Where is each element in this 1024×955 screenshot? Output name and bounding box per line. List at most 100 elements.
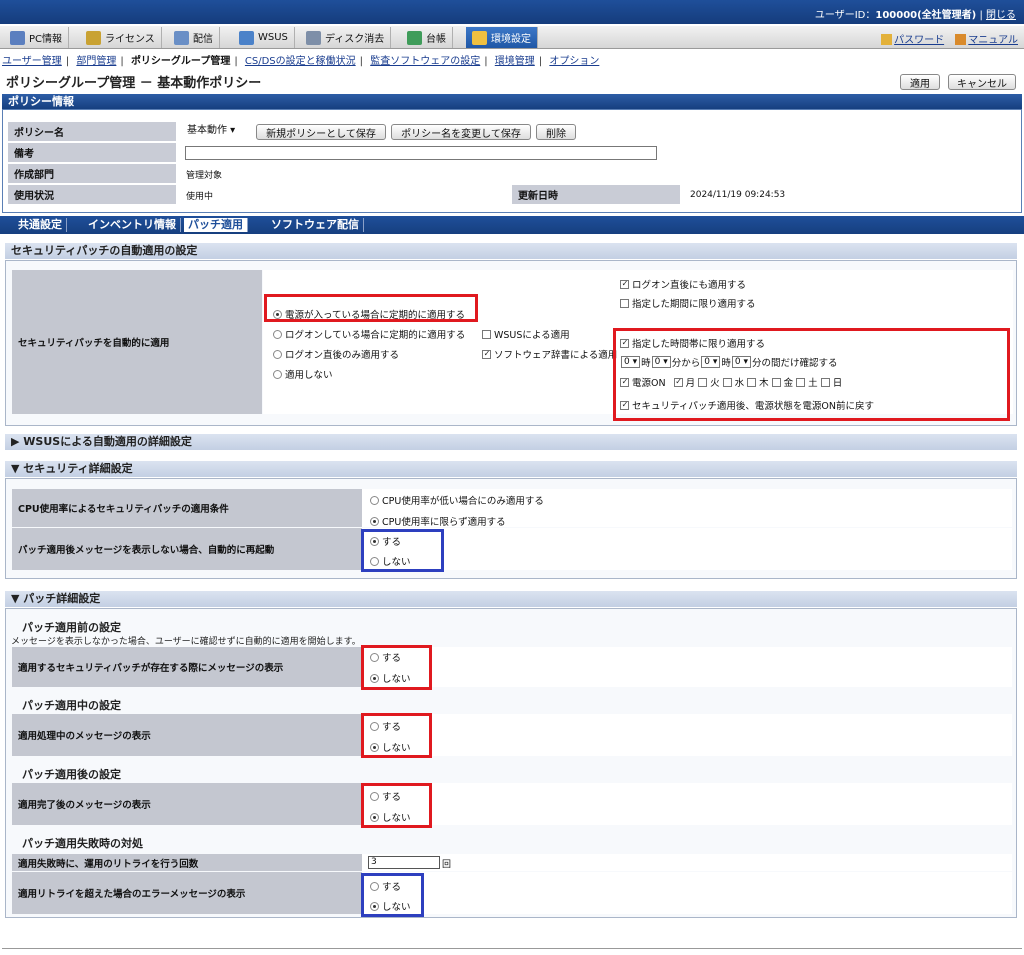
fail-title: パッチ適用失敗時の対処: [22, 837, 143, 850]
patch-detail-header[interactable]: ▼ パッチ詳細設定: [5, 591, 1017, 607]
chk-mon[interactable]: [673, 377, 683, 387]
before-note: メッセージを表示しなかった場合、ユーザーに確認せずに自動的に適用を開始します。: [11, 637, 361, 647]
subnav-audit-software[interactable]: 監査ソフトウェアの設定: [370, 56, 480, 67]
chk-tue[interactable]: [698, 377, 708, 387]
password-link[interactable]: パスワード: [881, 34, 944, 46]
retry-input[interactable]: 3: [368, 856, 440, 869]
after-title: パッチ適用後の設定: [22, 768, 121, 781]
start-minute-select[interactable]: 0 ▾: [651, 356, 671, 368]
subnav-dept-mgmt[interactable]: 部門管理: [76, 56, 116, 67]
note-input[interactable]: [185, 146, 657, 160]
subnav-csds[interactable]: CS/DSの設定と稼働状況: [245, 56, 356, 67]
cancel-button[interactable]: キャンセル: [948, 74, 1016, 90]
policy-name-label: ポリシー名: [8, 122, 176, 142]
apply-button[interactable]: 適用: [900, 74, 940, 90]
key-icon: [881, 34, 893, 45]
tools-icon: [472, 30, 487, 45]
main-nav: PC情報 ライセンス 配信 WSUS ディスク消去 台帳 環境設定 パスワード …: [0, 26, 1024, 49]
user-info: ユーザーID：100000(全社管理者) | 閉じる: [814, 10, 1016, 21]
chk-power-on[interactable]: [620, 377, 629, 387]
license-icon: [86, 30, 101, 45]
chk-sun[interactable]: [820, 377, 830, 387]
tab-ledger[interactable]: 台帳: [401, 27, 453, 48]
opt-cpu-low[interactable]: CPU使用率が低い場合にのみ適用する: [370, 493, 544, 507]
before-label: 適用するセキュリティパッチが存在する際にメッセージの表示: [12, 647, 362, 687]
chk-period-only[interactable]: 指定した期間に限り適用する: [620, 296, 756, 310]
tab-common[interactable]: 共通設定: [14, 218, 67, 232]
highlight-after: [361, 783, 432, 828]
tab-environment[interactable]: 環境設定: [466, 27, 538, 48]
top-bar: ユーザーID：100000(全社管理者) | 閉じる: [0, 0, 1024, 24]
save-rename-button[interactable]: ポリシー名を変更して保存: [391, 124, 531, 140]
book-icon: [955, 34, 967, 45]
tab-software-delivery[interactable]: ソフトウェア配信: [267, 218, 364, 232]
expand-arrow-icon: ▼: [11, 462, 24, 475]
tab-disk-erase[interactable]: ディスク消去: [300, 27, 392, 48]
opt-logon-only[interactable]: ログオン直後のみ適用する: [273, 347, 399, 361]
manual-link[interactable]: マニュアル: [955, 34, 1018, 46]
end-minute-select[interactable]: 0 ▾: [731, 356, 752, 368]
close-link[interactable]: 閉じる: [986, 10, 1016, 21]
chk-restore-power[interactable]: セキュリティパッチ適用後、電源状態を電源ON前に戻す: [620, 398, 874, 412]
status-label: 使用状況: [8, 185, 176, 205]
chk-software-dict[interactable]: ソフトウェア辞書による適用: [482, 347, 617, 361]
before-options: [362, 647, 1012, 687]
tab-pc-info[interactable]: PC情報: [4, 27, 70, 48]
retry-unit: 回: [442, 860, 452, 870]
dept-value: 管理対象: [186, 170, 223, 181]
error-msg-label: 適用リトライを超えた場合のエラーメッセージの表示: [12, 872, 362, 914]
tab-wsus[interactable]: WSUS: [233, 27, 295, 48]
subnav-policy-group[interactable]: ポリシーグループ管理: [131, 56, 230, 67]
auto-apply-header: セキュリティパッチの自動適用の設定: [5, 243, 1017, 259]
during-options: [362, 714, 1012, 756]
sub-nav: ユーザー管理 | 部門管理 | ポリシーグループ管理 | CS/DSの設定と稼働状況 |…: [2, 56, 600, 67]
settings-tabs: 共通設定 インベントリ情報 パッチ適用 ソフトウェア配信: [0, 216, 1024, 234]
subnav-option[interactable]: オプション: [549, 56, 599, 67]
subnav-user-mgmt[interactable]: ユーザー管理: [2, 56, 62, 67]
wsus-icon: [239, 30, 254, 45]
before-title: パッチ適用前の設定: [22, 621, 121, 634]
pc-icon: [10, 30, 25, 45]
chk-sat[interactable]: [796, 377, 806, 387]
time-range-row: 0 ▾ 時 0 ▾ 分から 0 ▾ 時 0 ▾ 分の間だけ確認する: [620, 355, 838, 369]
tab-license[interactable]: ライセンス: [80, 27, 162, 48]
collapse-arrow-icon: ▶: [11, 435, 24, 448]
reboot-options: [362, 528, 1012, 570]
distribution-icon: [174, 30, 189, 45]
highlight-reboot: [361, 529, 444, 572]
opt-no-apply[interactable]: 適用しない: [273, 367, 333, 381]
policy-select[interactable]: 基本動作 ▾: [185, 125, 237, 139]
highlight-before: [361, 645, 432, 690]
chk-fri[interactable]: [771, 377, 781, 387]
chk-wsus[interactable]: WSUSによる適用: [482, 327, 570, 341]
days-row: 電源ON 月 火 水 木 金 土 日: [620, 375, 842, 389]
wsus-detail-header[interactable]: ▶ WSUSによる自動適用の詳細設定: [5, 434, 1017, 450]
opt-logon-periodic[interactable]: ログオンしている場合に定期的に適用する: [273, 327, 465, 341]
reboot-label: パッチ適用後メッセージを表示しない場合、自動的に再起動: [12, 528, 362, 570]
tab-inventory[interactable]: インベントリ情報: [84, 218, 181, 232]
status-value: 使用中: [186, 191, 214, 202]
save-as-new-button[interactable]: 新規ポリシーとして保存: [256, 124, 386, 140]
end-hour-select[interactable]: 0 ▾: [701, 356, 721, 368]
after-label: 適用完了後のメッセージの表示: [12, 783, 362, 825]
expand-arrow-icon: ▼: [11, 592, 24, 605]
tab-patch[interactable]: パッチ適用: [184, 218, 248, 232]
tab-distribution[interactable]: 配信: [168, 27, 220, 48]
cpu-label: CPU使用率によるセキュリティパッチの適用条件: [12, 489, 362, 527]
start-hour-select[interactable]: 0 ▾: [621, 356, 641, 368]
retry-label: 適用失敗時に、運用のリトライを行う回数: [12, 854, 362, 871]
opt-cpu-any[interactable]: CPU使用率に限らず適用する: [370, 514, 506, 528]
auto-apply-label: セキュリティパッチを自動的に適用: [12, 270, 262, 414]
top-links: パスワード マニュアル: [873, 31, 1018, 46]
chk-thu[interactable]: [747, 377, 757, 387]
page-title: ポリシーグループ管理 － 基本動作ポリシー: [6, 76, 262, 91]
security-detail-header[interactable]: ▼ セキュリティ詳細設定: [5, 461, 1017, 477]
chk-logon-also[interactable]: ログオン直後にも適用する: [620, 277, 746, 291]
chk-time-only[interactable]: 指定した時間帯に限り適用する: [620, 336, 765, 350]
delete-button[interactable]: 削除: [536, 124, 576, 140]
chk-wed[interactable]: [722, 377, 732, 387]
highlight-during: [361, 713, 432, 758]
subnav-env-mgmt[interactable]: 環境管理: [495, 56, 535, 67]
during-title: パッチ適用中の設定: [22, 699, 121, 712]
after-options: [362, 783, 1012, 825]
